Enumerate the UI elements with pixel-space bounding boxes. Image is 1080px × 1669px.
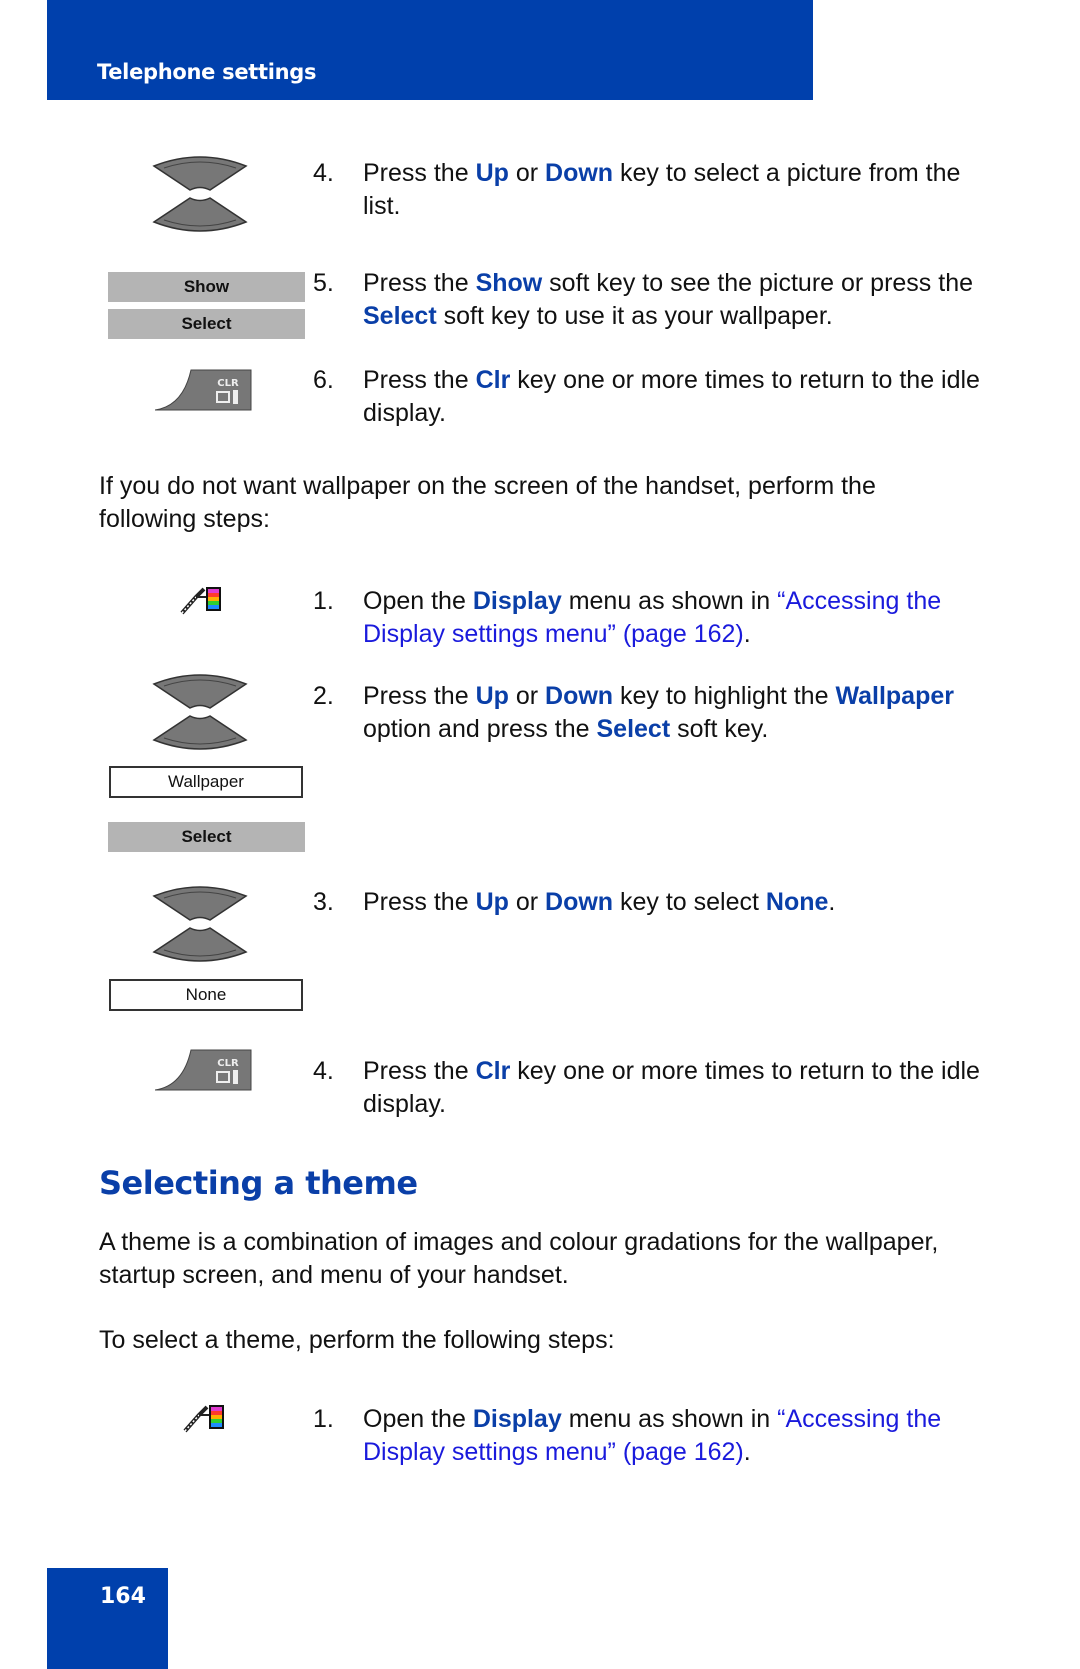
step-number: 4.: [313, 159, 334, 187]
step-text: Press the Show soft key to see the pictu…: [363, 267, 1003, 333]
step-text-segment: Open the: [363, 1405, 473, 1433]
key-name: Up: [475, 682, 509, 710]
key-name: Show: [475, 269, 543, 297]
step-text-segment: option and press the: [363, 715, 597, 743]
section-heading: Selecting a theme: [99, 1164, 418, 1202]
step-text-segment: Open the: [363, 587, 473, 615]
key-name: None: [765, 888, 829, 916]
step-text-segment: soft key to use it as your wallpaper.: [436, 302, 833, 330]
step-number: 5.: [313, 269, 334, 297]
select-softkey: Select: [108, 822, 305, 852]
svg-text:CLR: CLR: [217, 378, 239, 389]
step-text: Press the Up or Down key to select None.: [363, 886, 1003, 919]
step-text-segment: .: [743, 620, 751, 648]
display-item-wallpaper: Wallpaper: [109, 766, 303, 798]
step-text-segment: .: [743, 1438, 751, 1466]
step-text: Press the Up or Down key to select a pic…: [363, 157, 1003, 223]
step-text-segment: soft key.: [670, 715, 769, 743]
step-number: 1.: [313, 587, 334, 615]
key-name: Display: [472, 587, 562, 615]
page-number: 164: [100, 1584, 146, 1609]
step-text-segment: Press the: [363, 682, 476, 710]
step-text: Press the Up or Down key to highlight th…: [363, 680, 1003, 746]
step-text-segment: or: [508, 159, 546, 187]
page-number-block: 164: [47, 1568, 168, 1669]
theme-intro: To select a theme, perform the following…: [99, 1326, 615, 1354]
no-wallpaper-intro: If you do not want wallpaper on the scre…: [99, 472, 876, 533]
key-name: Select: [596, 715, 671, 743]
key-name: Down: [545, 888, 614, 916]
key-name: Down: [545, 682, 614, 710]
key-name: Select: [363, 302, 437, 330]
step-text: Press the Clr key one or more times to r…: [363, 364, 1003, 430]
key-name: Up: [475, 888, 509, 916]
step-text-segment: Press the: [363, 159, 476, 187]
key-name: Wallpaper: [835, 682, 954, 710]
section-title: Telephone settings: [97, 60, 317, 84]
step-number: 2.: [313, 682, 334, 710]
up-down-navigation-key-icon: [152, 156, 248, 232]
step-text-segment: key to highlight the: [613, 682, 836, 710]
step-text-segment: or: [508, 682, 546, 710]
step-number: 6.: [313, 366, 334, 394]
step-text-segment: Press the: [363, 1057, 476, 1085]
display-settings-icon: [180, 587, 221, 615]
key-name: Display: [472, 1405, 562, 1433]
step-text-segment: menu as shown in: [561, 1405, 778, 1433]
step-number: 3.: [313, 888, 334, 916]
step-text-segment: Press the: [363, 888, 476, 916]
key-name: Clr: [475, 1057, 511, 1085]
step-text-segment: .: [828, 888, 836, 916]
step-text-segment: key to select: [613, 888, 766, 916]
step-text-segment: or: [508, 888, 546, 916]
clr-key-icon: CLR: [155, 1049, 252, 1091]
select-softkey: Select: [108, 309, 305, 339]
step-text-segment: Press the: [363, 366, 476, 394]
theme-description: A theme is a combination of images and c…: [99, 1228, 939, 1289]
key-name: Clr: [475, 366, 511, 394]
step-number: 1.: [313, 1405, 334, 1433]
show-softkey: Show: [108, 272, 305, 302]
step-text: Open the Display menu as shown in “Acces…: [363, 585, 1003, 651]
key-name: Down: [545, 159, 614, 187]
step-text: Open the Display menu as shown in “Acces…: [363, 1403, 1003, 1469]
clr-key-icon: CLR: [155, 369, 252, 411]
up-down-navigation-key-icon: [152, 886, 248, 962]
step-number: 4.: [313, 1057, 334, 1085]
display-settings-icon: [183, 1405, 224, 1433]
step-text-segment: soft key to see the picture or press the: [542, 269, 974, 297]
step-text: Press the Clr key one or more times to r…: [363, 1055, 1003, 1121]
key-name: Up: [475, 159, 509, 187]
step-text-segment: Press the: [363, 269, 476, 297]
display-item-none: None: [109, 979, 303, 1011]
step-text-segment: menu as shown in: [561, 587, 778, 615]
svg-text:CLR: CLR: [217, 1058, 239, 1069]
up-down-navigation-key-icon: [152, 674, 248, 750]
header-bar: Telephone settings: [47, 0, 813, 100]
